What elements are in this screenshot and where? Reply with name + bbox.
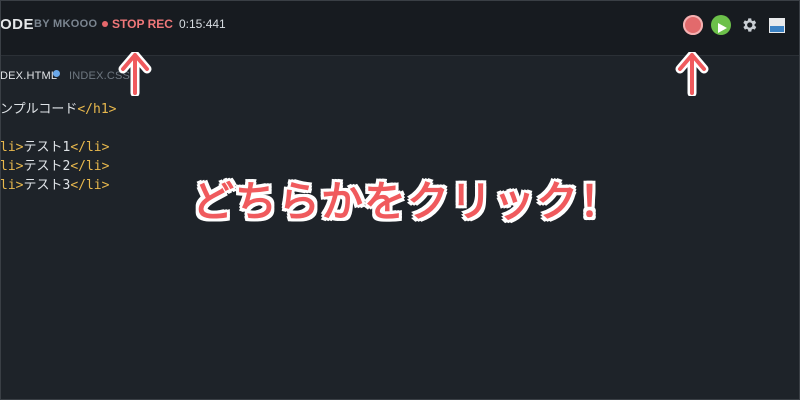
stop-rec-button[interactable]: STOP REC [112, 17, 173, 31]
tab-index-html[interactable]: DEX.HTML [0, 70, 57, 82]
call-to-action-text: どちらかをクリック！ [192, 177, 623, 226]
gear-icon [743, 18, 757, 32]
code-line: li>テスト1</li> [0, 140, 110, 155]
settings-button[interactable] [740, 16, 758, 39]
recording-dot-icon [102, 21, 108, 27]
arrow-up-icon [675, 52, 709, 96]
code-line: ンプルコード</h1> [0, 102, 117, 117]
app-author: BY MKOOO [34, 18, 98, 30]
layout-icon [770, 26, 784, 32]
record-button[interactable] [683, 15, 703, 35]
play-button[interactable] [711, 15, 731, 35]
header-bar: ODE BY MKOOO STOP REC 0:15:441 ⋮ [0, 0, 800, 56]
play-icon [718, 22, 727, 33]
arrow-up-icon [118, 52, 152, 96]
more-icon[interactable]: ⋮ [794, 16, 800, 32]
code-line: li>テスト3</li> [0, 178, 110, 193]
code-line: li>テスト2</li> [0, 159, 110, 174]
recording-timer: 0:15:441 [179, 17, 226, 31]
app-title: ODE [0, 16, 35, 33]
layout-toggle-button[interactable] [769, 18, 785, 33]
unsaved-dot-icon [53, 70, 60, 77]
